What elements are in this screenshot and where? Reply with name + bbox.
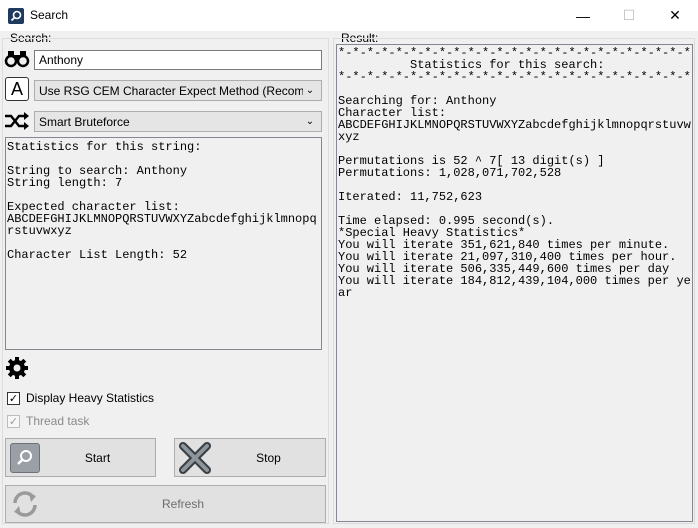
display-heavy-statistics-label: Display Heavy Statistics (26, 391, 155, 405)
stop-button[interactable]: Stop (174, 438, 326, 477)
method-select-value: Use RSG CEM Character Expect Method (Rec… (39, 83, 303, 98)
method-select[interactable]: Use RSG CEM Character Expect Method (Rec… (34, 80, 322, 101)
mode-select-value: Smart Bruteforce (39, 114, 130, 129)
chevron-down-icon: ⌄ (305, 116, 315, 127)
mode-select[interactable]: Smart Bruteforce ⌄ (34, 111, 322, 132)
checkmark-icon: ✓ (7, 414, 20, 428)
stop-button-label: Stop (256, 450, 281, 465)
checkmark-icon: ✓ (7, 391, 20, 405)
gear-icon[interactable] (5, 356, 29, 380)
binoculars-icon (4, 50, 30, 68)
refresh-button-label: Refresh (161, 497, 205, 511)
start-button[interactable]: Start (5, 438, 156, 477)
close-button[interactable]: ✕ (652, 0, 698, 31)
refresh-icon (9, 488, 41, 520)
chevron-down-icon: ⌄ (305, 85, 315, 96)
start-button-label: Start (84, 450, 111, 465)
string-stats-textbox[interactable]: Statistics for this string: String to se… (5, 137, 322, 350)
font-icon: A (5, 77, 29, 101)
close-icon: ✕ (669, 7, 681, 23)
app-icon (8, 8, 24, 24)
maximize-button[interactable]: ☐ (606, 0, 652, 31)
minimize-icon: — (576, 7, 590, 24)
refresh-button: Refresh (5, 485, 326, 523)
display-heavy-statistics-checkbox[interactable]: ✓ Display Heavy Statistics (7, 391, 154, 405)
search-input[interactable]: Anthony (34, 50, 322, 70)
shuffle-icon (4, 112, 30, 130)
minimize-button[interactable]: — (560, 0, 606, 31)
window-title: Search (30, 8, 69, 22)
title-bar: Search — ☐ ✕ (0, 0, 698, 31)
maximize-icon: ☐ (622, 7, 636, 23)
search-icon (10, 442, 40, 473)
stop-x-icon (178, 441, 212, 475)
thread-task-label: Thread task (26, 414, 90, 428)
thread-task-checkbox: ✓ Thread task (7, 414, 89, 428)
result-textbox[interactable]: *-*-*-*-*-*-*-*-*-*-*-*-*-*-*-*-*-*-*-*-… (336, 44, 693, 522)
